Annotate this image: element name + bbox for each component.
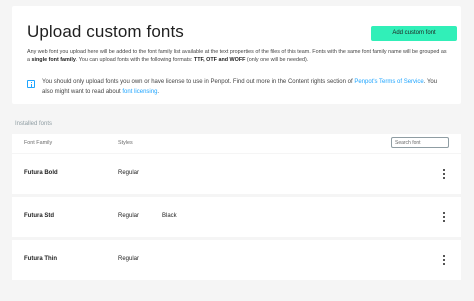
upload-fonts-panel: Upload custom fonts Add custom font Any … <box>12 6 461 104</box>
font-style: Regular <box>118 213 140 219</box>
font-row: Futura Bold Regular <box>12 154 461 194</box>
info-icon <box>27 80 35 88</box>
add-custom-font-button[interactable]: Add custom font <box>371 26 457 41</box>
font-licensing-link[interactable]: font licensing <box>122 89 157 95</box>
more-vertical-icon[interactable] <box>441 254 447 266</box>
page-title: Upload custom fonts <box>27 22 184 41</box>
license-notice: You should only upload fonts you own or … <box>27 78 447 98</box>
font-style: Regular <box>118 170 140 176</box>
font-family-name: Futura Bold <box>24 170 58 176</box>
more-vertical-icon[interactable] <box>441 168 447 180</box>
installed-fonts-label: Installed fonts <box>15 121 53 127</box>
font-style: Black <box>162 213 177 219</box>
font-family-name: Futura Thin <box>24 256 57 262</box>
font-row: Futura Std Regular Black <box>12 197 461 237</box>
terms-of-service-link[interactable]: Penpot's Terms of Service <box>354 79 423 85</box>
font-row: Futura Thin Regular <box>12 240 461 280</box>
more-vertical-icon[interactable] <box>441 211 447 223</box>
font-style: Regular <box>118 256 140 262</box>
column-header-styles: Styles <box>118 140 133 146</box>
search-font-input[interactable] <box>391 137 449 148</box>
upload-description: Any web font you upload here will be add… <box>27 49 447 63</box>
license-notice-text: You should only upload fonts you own or … <box>42 79 438 95</box>
font-family-name: Futura Std <box>24 213 54 219</box>
column-header-font-family: Font Family <box>24 140 53 146</box>
